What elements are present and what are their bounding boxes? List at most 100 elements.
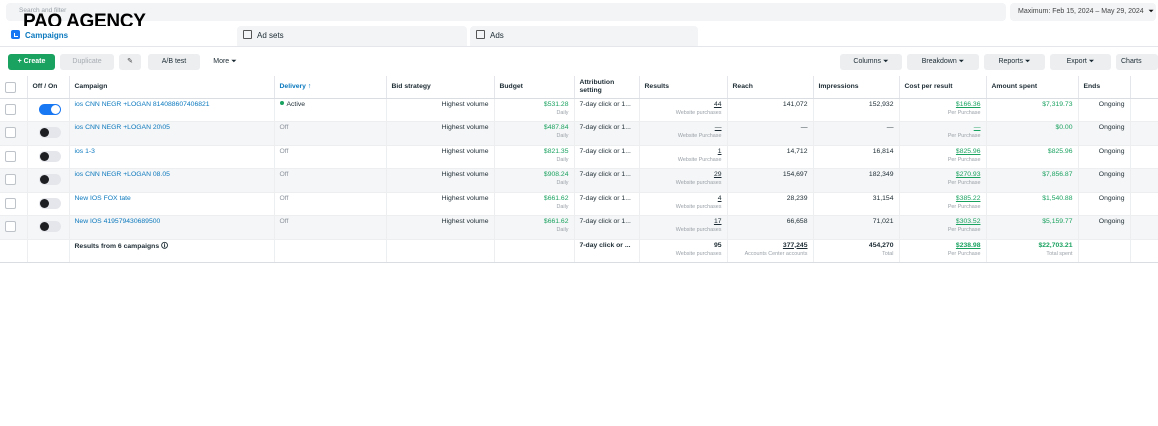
cpr-sub: Per Purchase	[947, 133, 981, 139]
row-checkbox[interactable]	[5, 174, 16, 185]
amount-spent-cell: $7,319.73	[986, 98, 1079, 122]
budget-value: $487.84	[543, 124, 569, 131]
delivery-cell: Off	[274, 215, 387, 240]
extra-cell	[1130, 168, 1158, 193]
export-button[interactable]: Export ⏷	[1050, 54, 1111, 70]
results-cell: 4 Website purchases	[639, 192, 728, 216]
campaign-name-link[interactable]: New IOS 419579430689500	[69, 215, 275, 240]
budget-cell[interactable]: $661.62 Daily	[494, 192, 575, 216]
cpr-sub: Per Purchase	[947, 203, 981, 210]
table-row[interactable]: ios 1-3 Off Highest volume $821.35 Daily 7-da…	[0, 145, 1158, 169]
campaign-toggle[interactable]	[38, 103, 61, 115]
campaigns-table: Off / On Campaign Delivery ↑ Bid strateg…	[0, 76, 1158, 263]
col-campaign[interactable]: Campaign	[69, 76, 275, 99]
row-checkbox[interactable]	[5, 197, 16, 209]
summary-results-sub: Website purchases	[675, 250, 722, 257]
col-bid-strategy[interactable]: Bid strategy	[386, 76, 495, 99]
col-delivery[interactable]: Delivery ↑	[274, 76, 387, 99]
row-checkbox-cell	[0, 98, 28, 122]
budget-cell[interactable]: $661.62 Daily	[494, 215, 575, 240]
table-row[interactable]: New IOS 419579430689500 Off Highest volume…	[0, 215, 1158, 240]
row-checkbox-cell	[0, 145, 28, 169]
tab-ad-sets[interactable]: Ad sets	[237, 26, 467, 46]
summary-blank	[27, 239, 70, 263]
cpr-value: —	[973, 124, 981, 131]
table-row[interactable]: New IOS FOX tate Off Highest volume $661.62…	[0, 192, 1158, 216]
ends-cell: Ongoing	[1078, 215, 1131, 240]
reports-button[interactable]: Reports ⏷	[984, 54, 1045, 70]
more-button[interactable]: More ⏷	[205, 54, 245, 70]
date-range-picker[interactable]: Maximum: Feb 15, 2024 – May 29, 2024 ⏷	[1010, 3, 1156, 21]
cpr-cell: $166.36 Per Purchase	[899, 98, 987, 122]
row-checkbox[interactable]	[5, 221, 16, 232]
tab-ads[interactable]: Ads	[470, 26, 698, 46]
budget-value: $531.28	[543, 100, 569, 108]
row-checkbox[interactable]	[5, 103, 16, 115]
table-row[interactable]: ios CNN NEGR +LOGAN 814088607406821 Activ…	[0, 98, 1158, 122]
row-checkbox[interactable]	[5, 150, 16, 162]
col-budget[interactable]: Budget	[494, 76, 575, 99]
results-sub: Website purchases	[675, 227, 722, 233]
results-value: 44	[713, 100, 722, 108]
columns-button[interactable]: Columns ⏷	[840, 54, 902, 70]
cpr-cell: $385.22 Per Purchase	[899, 192, 987, 216]
summary-spent-sub: Total spent	[1046, 250, 1073, 257]
budget-cell[interactable]: $487.84 Daily	[494, 121, 575, 146]
table-row[interactable]: ios CNN NEGR +LOGAN 20\05 Off Highest volu…	[0, 121, 1158, 146]
impressions-cell: 182,349	[813, 168, 900, 193]
campaign-toggle[interactable]	[38, 127, 61, 138]
col-onoff[interactable]: Off / On	[27, 76, 70, 99]
delivery-status: Off	[279, 171, 289, 178]
summary-reach: 377,245 Accounts Center accounts	[727, 239, 814, 263]
campaign-name-link[interactable]: ios CNN NEGR +LOGAN 814088607406821	[69, 98, 275, 122]
budget-value: $661.62	[543, 194, 569, 202]
table-row[interactable]: ios CNN NEGR +LOGAN 08.05 Off Highest volu…	[0, 168, 1158, 193]
col-amount-spent[interactable]: Amount spent	[986, 76, 1079, 99]
ab-test-button[interactable]: A/B test	[148, 54, 200, 70]
chevron-down-icon: ⏷	[1148, 8, 1154, 15]
bid-strategy-cell: Highest volume	[386, 168, 495, 193]
edit-button[interactable]: ✎	[119, 54, 141, 70]
row-checkbox-cell	[0, 168, 28, 193]
tab-label: Campaigns	[25, 31, 69, 40]
summary-results: 95 Website purchases	[639, 239, 728, 263]
col-cost-per-result[interactable]: Cost per result	[899, 76, 987, 99]
col-reach[interactable]: Reach	[727, 76, 814, 99]
budget-cell[interactable]: $821.35 Daily	[494, 145, 575, 169]
budget-cell[interactable]: $531.28 Daily	[494, 98, 575, 122]
campaign-name-link[interactable]: ios 1-3	[69, 145, 275, 169]
charts-button[interactable]: Charts	[1116, 54, 1158, 70]
campaign-name-link[interactable]: ios CNN NEGR +LOGAN 20\05	[69, 121, 275, 146]
col-results[interactable]: Results	[639, 76, 728, 99]
campaign-toggle[interactable]	[38, 174, 61, 185]
campaign-toggle[interactable]	[38, 221, 61, 232]
amount-spent-cell: $7,856.87	[986, 168, 1079, 193]
extra-cell	[1130, 192, 1158, 216]
summary-cpr-sub: Per Purchase	[947, 250, 981, 257]
col-impressions[interactable]: Impressions	[813, 76, 900, 99]
campaign-name-link[interactable]: ios CNN NEGR +LOGAN 08.05	[69, 168, 275, 193]
campaign-name-link[interactable]: New IOS FOX tate	[69, 192, 275, 216]
campaign-toggle[interactable]	[38, 150, 61, 162]
results-value: 4	[717, 194, 722, 202]
select-all-checkbox[interactable]	[5, 81, 16, 93]
campaign-toggle[interactable]	[38, 197, 61, 209]
breakdown-button[interactable]: Breakdown ⏷	[907, 54, 979, 70]
cpr-cell: $825.96 Per Purchase	[899, 145, 987, 169]
search-bar[interactable]: Search and filter	[6, 3, 1006, 21]
col-ends[interactable]: Ends	[1078, 76, 1131, 99]
results-cell: 29 Website purchases	[639, 168, 728, 193]
budget-cell[interactable]: $908.24 Daily	[494, 168, 575, 193]
results-value: 17	[713, 218, 722, 225]
tab-campaigns[interactable]: Campaigns	[6, 26, 234, 46]
campaign-icon	[11, 30, 20, 39]
results-value: —	[714, 124, 722, 131]
bid-strategy-cell: Highest volume	[386, 121, 495, 146]
cpr-sub: Per Purchase	[947, 109, 981, 116]
create-button[interactable]: + Create	[8, 54, 55, 70]
col-attribution[interactable]: Attribution setting	[574, 76, 640, 99]
duplicate-button[interactable]: Duplicate	[60, 54, 114, 70]
toolbar: + Create Duplicate ✎ A/B test More ⏷ Col…	[0, 46, 1158, 76]
row-checkbox[interactable]	[5, 127, 16, 138]
extra-cell	[1130, 215, 1158, 240]
